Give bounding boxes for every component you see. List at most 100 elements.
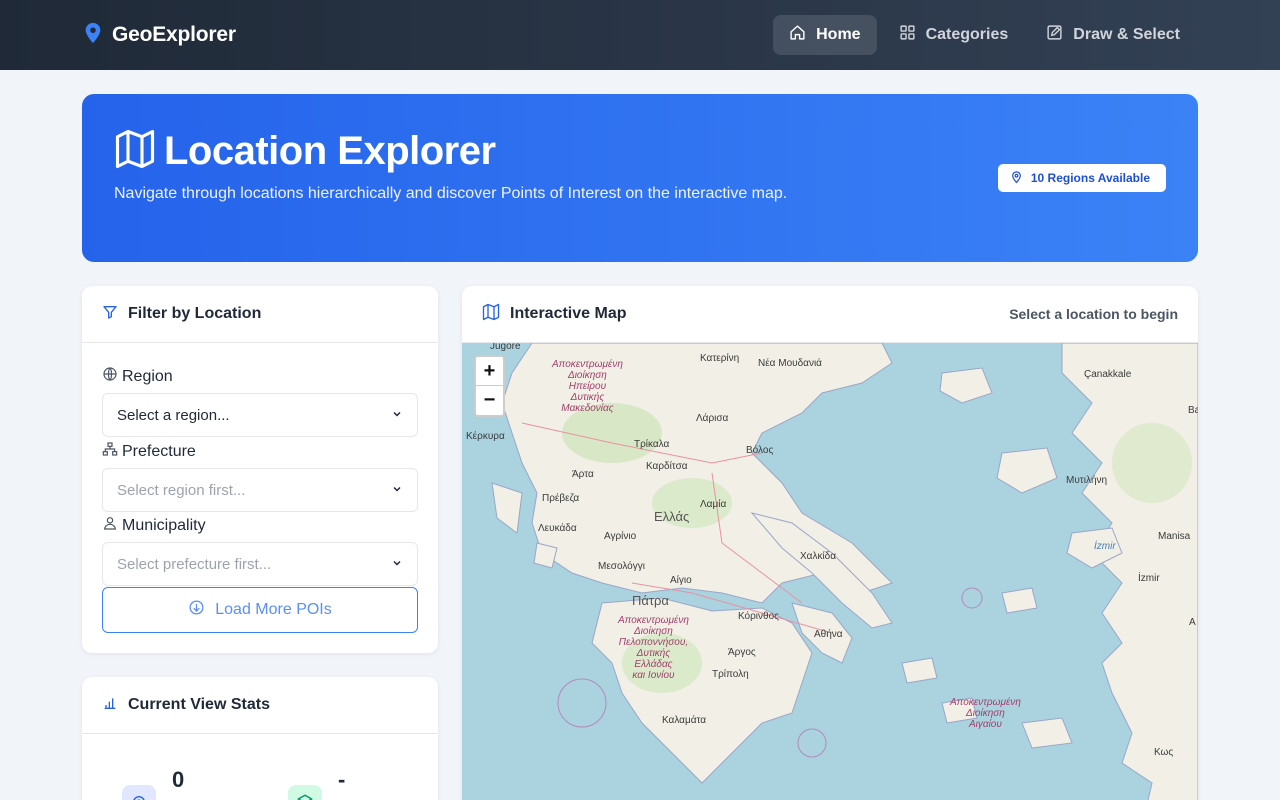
nav-links: Home Categories Draw & Select <box>773 15 1196 55</box>
zoom-in-button[interactable]: + <box>476 357 503 386</box>
globe-icon <box>102 366 118 387</box>
map-pin-icon <box>1010 170 1023 187</box>
layers-icon <box>288 785 322 800</box>
chevron-down-icon <box>391 556 403 573</box>
zoom-out-button[interactable]: − <box>476 386 503 415</box>
municipality-label-text: Municipality <box>122 516 206 534</box>
regions-badge: 10 Regions Available <box>997 164 1166 192</box>
map-label-arta: Άρτα <box>572 469 594 480</box>
map-label-admin-ipeirou: Αποκεντρωμένη Διοίκηση Ηπείρου Δυτικής Μ… <box>552 359 623 414</box>
chevron-down-icon <box>391 407 403 424</box>
map-card-title: Interactive Map <box>510 305 627 322</box>
map-label-lamia: Λαμία <box>700 499 727 510</box>
prefecture-label: Prefecture <box>102 441 196 462</box>
region-select-value: Select a region... <box>117 406 230 424</box>
nav-home[interactable]: Home <box>773 15 877 55</box>
map-label-preveza: Πρέβεζα <box>542 493 580 504</box>
prefecture-select-value: Select region first... <box>117 481 246 499</box>
navbar: GeoExplorer Home Categories Draw & Selec… <box>0 0 1280 70</box>
filter-card-title: Filter by Location <box>128 305 262 322</box>
map-card: Interactive Map Select a location to beg… <box>462 286 1198 800</box>
region-label-text: Region <box>122 367 173 385</box>
hero-banner: Location Explorer Navigate through locat… <box>82 94 1198 262</box>
chevron-down-icon <box>391 482 403 499</box>
map-label-karditsa: Καρδίτσα <box>646 461 688 472</box>
stats-card-header: Current View Stats <box>82 677 438 734</box>
region-label: Region <box>102 366 173 387</box>
map-label-patra: Πάτρα <box>632 593 669 608</box>
map-label-izmir: İzmir <box>1138 573 1160 584</box>
map-label-tripoli: Τρίπολη <box>712 669 749 680</box>
map-label-kalamata: Καλαμάτα <box>662 715 707 726</box>
nav-categories[interactable]: Categories <box>883 15 1025 55</box>
home-icon <box>789 24 806 46</box>
map-label-trikala: Τρίκαλα <box>634 439 670 450</box>
hierarchy-icon <box>102 441 118 462</box>
arrow-down-circle-icon <box>188 599 205 621</box>
filter-icon <box>102 304 118 325</box>
interactive-map[interactable]: Jugore Κατερίνη Νέα Μουδανιά Αποκεντρωμέ… <box>462 343 1198 800</box>
person-icon <box>102 515 118 536</box>
map-label-mytilini: Μυτιλήνη <box>1066 475 1108 486</box>
stats-card-title: Current View Stats <box>128 696 270 713</box>
map-status: Select a location to begin <box>1009 306 1178 322</box>
map-label-b: Ba <box>1188 405 1198 416</box>
map-label-aigio: Αίγιο <box>670 575 692 586</box>
target-icon <box>122 785 156 800</box>
stat-poi-value: 0 <box>172 767 185 792</box>
map-label-a: A <box>1189 617 1196 628</box>
map-icon <box>482 303 500 326</box>
nav-home-label: Home <box>816 26 861 43</box>
map-label-chalkida: Χαλκίδα <box>800 551 837 562</box>
page-title: Location Explorer <box>164 129 496 173</box>
map-card-header: Interactive Map Select a location to beg… <box>462 286 1198 343</box>
stat-layers-value: - <box>338 767 346 792</box>
map-label-kerkyra: Κέρκυρα <box>466 431 505 442</box>
map-label-katerini: Κατερίνη <box>700 353 740 364</box>
map-label-admin-aigaiou: Αποκεντρωμένη Διοίκηση Αιγαίου <box>950 697 1021 730</box>
prefecture-label-text: Prefecture <box>122 442 196 460</box>
map-label-kos: Κως <box>1154 747 1174 758</box>
bar-chart-icon <box>102 695 118 716</box>
map-label-korinthos: Κόρινθος <box>738 611 779 622</box>
hero-description: Navigate through locations hierarchicall… <box>114 185 788 202</box>
edit-icon <box>1046 24 1063 46</box>
map-label-larisa: Λάρισα <box>696 413 729 424</box>
zoom-control: + − <box>474 355 505 417</box>
map-label-athina: Αθήνα <box>814 629 843 640</box>
map-label-manisa: Manisa <box>1158 531 1191 542</box>
municipality-select-value: Select prefecture first... <box>117 555 272 573</box>
map-label-izmir-gulf: İzmir <box>1094 541 1116 552</box>
grid-icon <box>899 24 916 46</box>
municipality-select[interactable]: Select prefecture first... <box>102 542 418 586</box>
brand[interactable]: GeoExplorer <box>82 0 236 70</box>
municipality-label: Municipality <box>102 515 206 536</box>
nav-draw-select-label: Draw & Select <box>1073 26 1180 43</box>
regions-badge-label: 10 Regions Available <box>1030 171 1150 185</box>
map-pin-icon <box>82 21 104 50</box>
map-label-lefkada: Λευκάδα <box>538 523 577 534</box>
brand-name: GeoExplorer <box>112 23 236 46</box>
map-label-nea-moudania: Νέα Μουδανιά <box>758 358 822 369</box>
map-label-jugore: Jugore <box>490 343 521 352</box>
hero-title: Location Explorer <box>114 128 496 175</box>
map-label-mesolongi: Μεσολόγγι <box>598 561 645 572</box>
prefecture-select[interactable]: Select region first... <box>102 468 418 512</box>
stats-card: Current View Stats 0 - <box>82 677 438 800</box>
map-label-volos: Βόλος <box>746 445 774 456</box>
map-label-admin-peloponnisou: Αποκεντρωμένη Διοίκηση Πελοποννήσου, Δυτ… <box>618 615 689 681</box>
map-label-argos: Άργος <box>728 647 756 658</box>
load-more-pois-label: Load More POIs <box>215 601 332 618</box>
stat-poi-count: 0 <box>122 759 184 800</box>
filter-card-header: Filter by Location <box>82 286 438 343</box>
nav-categories-label: Categories <box>925 26 1009 43</box>
filter-card: Filter by Location Region Select a regio… <box>82 286 438 653</box>
map-label-agrinio: Αγρίνιο <box>604 531 637 542</box>
map-icon <box>114 128 156 175</box>
nav-draw-select[interactable]: Draw & Select <box>1030 15 1196 55</box>
region-select[interactable]: Select a region... <box>102 393 418 437</box>
map-label-ellas: Ελλάς <box>654 509 690 524</box>
load-more-pois-button[interactable]: Load More POIs <box>102 587 418 633</box>
map-label-canakkale: Çanakkale <box>1084 369 1132 380</box>
stat-layers: - <box>288 759 345 800</box>
